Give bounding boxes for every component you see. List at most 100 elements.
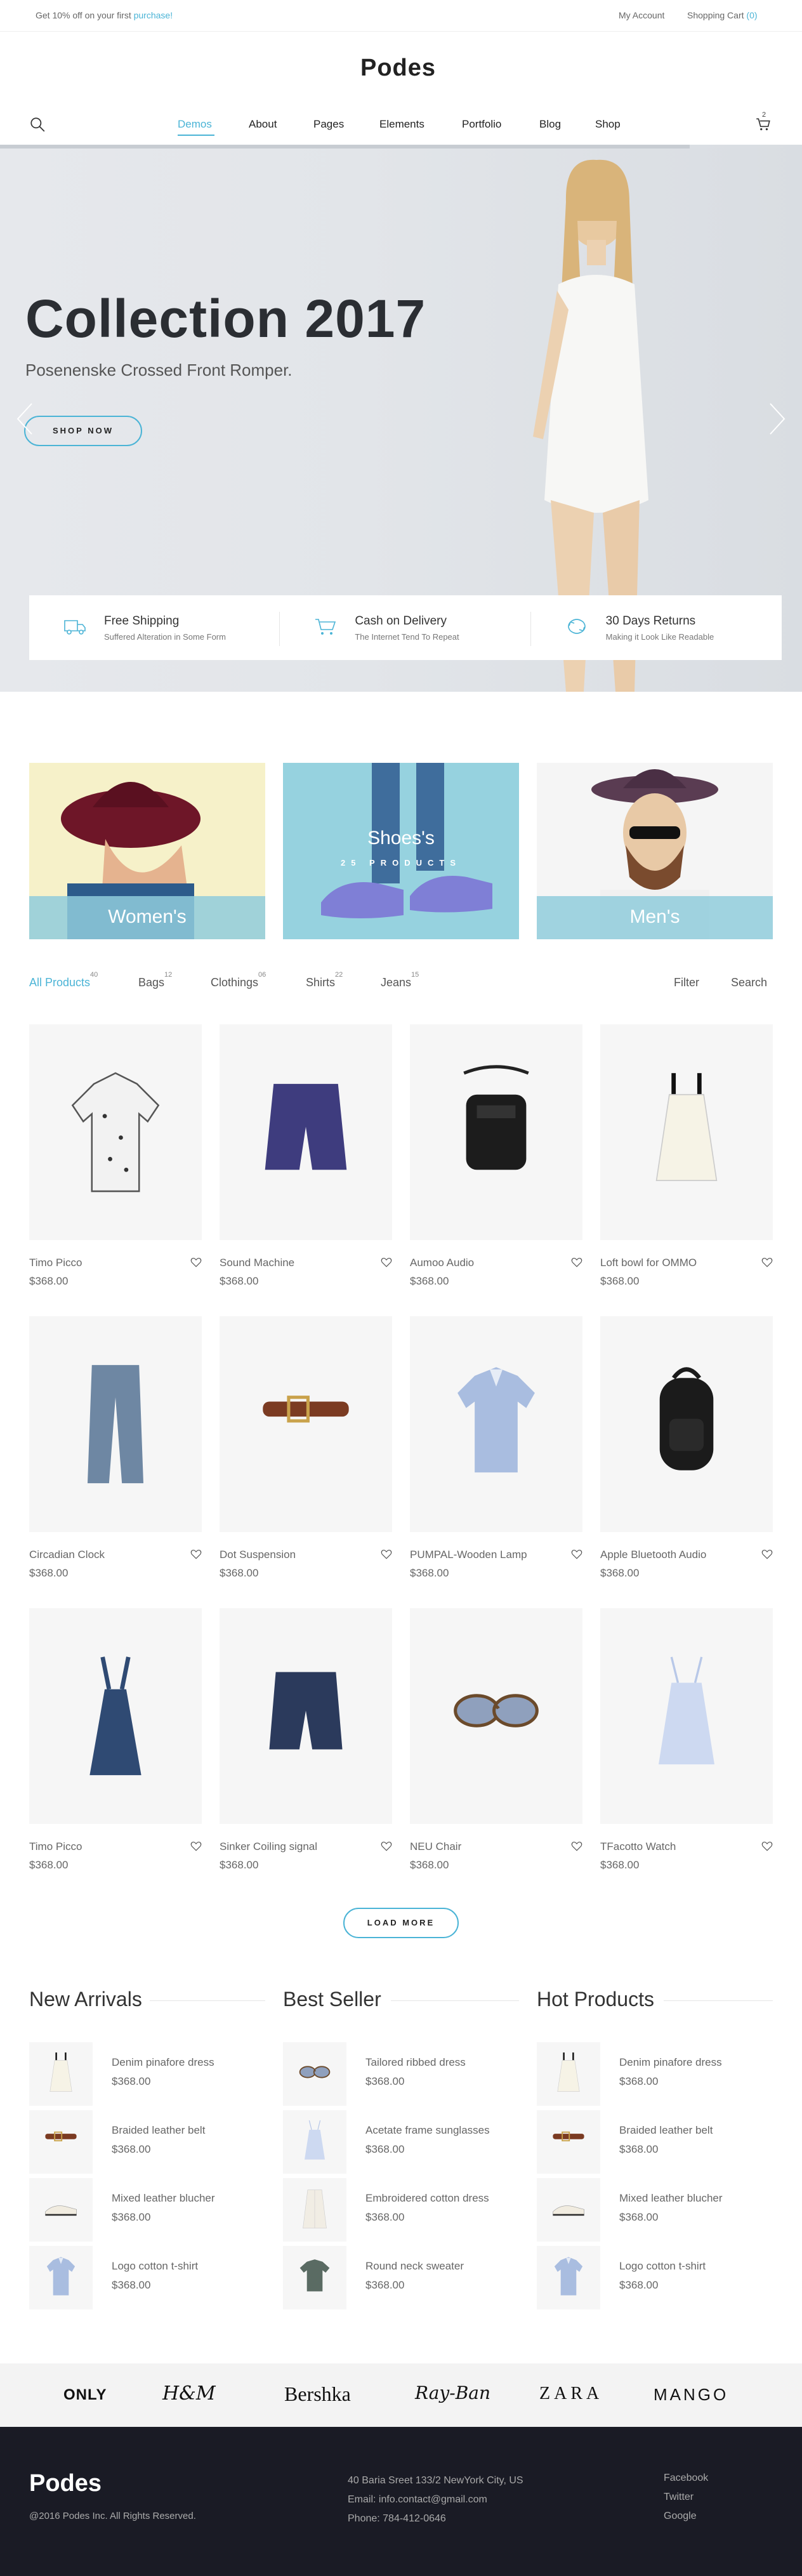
footer-link-google[interactable]: Google — [664, 2511, 697, 2522]
product-card[interactable]: Timo Picco $368.00 — [29, 1608, 202, 1900]
nav-demos[interactable]: Demos — [178, 118, 212, 131]
cart-icon[interactable] — [755, 116, 772, 133]
category-shoes[interactable]: Shoes's 25 PRODUCTS — [283, 763, 519, 939]
filter-tab-shirts[interactable]: Shirts22 — [306, 971, 343, 989]
product-name[interactable]: NEU Chair — [410, 1840, 461, 1853]
list-item-name[interactable]: Mixed leather blucher — [112, 2192, 215, 2205]
list-item[interactable]: Embroidered cotton dress $368.00 — [283, 2178, 519, 2242]
product-name[interactable]: Apple Bluetooth Audio — [600, 1549, 706, 1561]
list-item-thumb[interactable] — [29, 2178, 93, 2242]
list-item-name[interactable]: Denim pinafore dress — [619, 2056, 722, 2069]
brand-logo-zara[interactable]: ZARA — [539, 2384, 603, 2404]
wishlist-heart-icon[interactable] — [190, 1257, 202, 1268]
product-card[interactable]: Apple Bluetooth Audio $368.00 — [600, 1316, 773, 1608]
wishlist-heart-icon[interactable] — [571, 1549, 582, 1560]
footer-link-twitter[interactable]: Twitter — [664, 2492, 694, 2503]
product-image[interactable] — [410, 1608, 582, 1824]
brand-logo-only[interactable]: ONLY — [63, 2386, 107, 2404]
promo-link[interactable]: purchase! — [134, 10, 173, 20]
product-card[interactable]: TFacotto Watch $368.00 — [600, 1608, 773, 1900]
list-item-thumb[interactable] — [29, 2246, 93, 2309]
product-card[interactable]: Sinker Coiling signal $368.00 — [220, 1608, 392, 1900]
shop-now-button[interactable]: SHOP NOW — [24, 416, 142, 446]
product-image[interactable] — [410, 1316, 582, 1532]
nav-about[interactable]: About — [249, 118, 277, 131]
product-card[interactable]: Aumoo Audio $368.00 — [410, 1024, 582, 1316]
list-item-thumb[interactable] — [29, 2110, 93, 2174]
product-image[interactable] — [220, 1316, 392, 1532]
brand-logo-rayban[interactable]: Ray-Ban — [415, 2382, 490, 2403]
product-name[interactable]: Dot Suspension — [220, 1549, 296, 1561]
wishlist-heart-icon[interactable] — [761, 1257, 773, 1268]
product-image[interactable] — [220, 1024, 392, 1240]
list-item-thumb[interactable] — [283, 2110, 346, 2174]
product-image[interactable] — [410, 1024, 582, 1240]
nav-blog[interactable]: Blog — [539, 118, 561, 131]
list-item[interactable]: Braided leather belt $368.00 — [537, 2110, 773, 2174]
list-item[interactable]: Denim pinafore dress $368.00 — [537, 2042, 773, 2106]
site-logo[interactable]: Podes — [360, 55, 436, 82]
list-item[interactable]: Denim pinafore dress $368.00 — [29, 2042, 265, 2106]
product-name[interactable]: Sound Machine — [220, 1257, 294, 1269]
list-item[interactable]: Tailored ribbed dress $368.00 — [283, 2042, 519, 2106]
product-image[interactable] — [29, 1024, 202, 1240]
search-button[interactable]: Search — [731, 976, 767, 989]
list-item-name[interactable]: Logo cotton t-shirt — [619, 2260, 706, 2273]
product-card[interactable]: Sound Machine $368.00 — [220, 1024, 392, 1316]
list-item[interactable]: Round neck sweater $368.00 — [283, 2246, 519, 2309]
product-card[interactable]: Loft bowl for OMMO $368.00 — [600, 1024, 773, 1316]
list-item-thumb[interactable] — [537, 2042, 600, 2106]
brand-logo-mango[interactable]: MANGO — [654, 2385, 728, 2405]
list-item-thumb[interactable] — [283, 2246, 346, 2309]
list-item-thumb[interactable] — [283, 2178, 346, 2242]
list-item-name[interactable]: Tailored ribbed dress — [365, 2056, 466, 2069]
list-item-name[interactable]: Denim pinafore dress — [112, 2056, 214, 2069]
footer-logo[interactable]: Podes — [29, 2470, 102, 2497]
product-name[interactable]: Aumoo Audio — [410, 1257, 474, 1269]
product-image[interactable] — [220, 1608, 392, 1824]
product-name[interactable]: Loft bowl for OMMO — [600, 1257, 697, 1269]
product-name[interactable]: TFacotto Watch — [600, 1840, 676, 1853]
list-item-name[interactable]: Round neck sweater — [365, 2260, 464, 2273]
filter-tab-jeans[interactable]: Jeans15 — [381, 971, 419, 989]
load-more-button[interactable]: LOAD MORE — [343, 1908, 459, 1938]
filter-tab-clothings[interactable]: Clothings06 — [211, 971, 266, 989]
wishlist-heart-icon[interactable] — [381, 1257, 392, 1268]
filter-tab-bags[interactable]: Bags12 — [138, 971, 172, 989]
list-item-name[interactable]: Mixed leather blucher — [619, 2192, 723, 2205]
list-item-name[interactable]: Acetate frame sunglasses — [365, 2124, 490, 2137]
product-image[interactable] — [600, 1024, 773, 1240]
list-item-thumb[interactable] — [29, 2042, 93, 2106]
product-image[interactable] — [29, 1316, 202, 1532]
wishlist-heart-icon[interactable] — [761, 1549, 773, 1560]
product-image[interactable] — [600, 1608, 773, 1824]
product-card[interactable]: Timo Picco $368.00 — [29, 1024, 202, 1316]
category-women[interactable]: Women's — [29, 763, 265, 939]
list-item-name[interactable]: Embroidered cotton dress — [365, 2192, 489, 2205]
product-image[interactable] — [29, 1608, 202, 1824]
filter-button[interactable]: Filter — [674, 976, 699, 989]
list-item-name[interactable]: Braided leather belt — [112, 2124, 205, 2137]
shopping-cart-link[interactable]: Shopping Cart (0) — [687, 10, 758, 20]
product-name[interactable]: Circadian Clock — [29, 1549, 105, 1561]
list-item-name[interactable]: Braided leather belt — [619, 2124, 713, 2137]
product-card[interactable]: Dot Suspension $368.00 — [220, 1316, 392, 1608]
nav-portfolio[interactable]: Portfolio — [462, 118, 501, 131]
product-name[interactable]: PUMPAL-Wooden Lamp — [410, 1549, 527, 1561]
list-item[interactable]: Mixed leather blucher $368.00 — [29, 2178, 265, 2242]
wishlist-heart-icon[interactable] — [761, 1840, 773, 1852]
product-name[interactable]: Sinker Coiling signal — [220, 1840, 317, 1853]
my-account-link[interactable]: My Account — [619, 10, 664, 20]
wishlist-heart-icon[interactable] — [190, 1549, 202, 1560]
product-card[interactable]: NEU Chair $368.00 — [410, 1608, 582, 1900]
nav-shop[interactable]: Shop — [595, 118, 621, 131]
list-item[interactable]: Acetate frame sunglasses $368.00 — [283, 2110, 519, 2174]
list-item-name[interactable]: Logo cotton t-shirt — [112, 2260, 198, 2273]
list-item-thumb[interactable] — [537, 2110, 600, 2174]
footer-link-facebook[interactable]: Facebook — [664, 2473, 708, 2484]
filter-tab-all[interactable]: All Products40 — [29, 971, 98, 989]
wishlist-heart-icon[interactable] — [381, 1840, 392, 1852]
brand-logo-bershka[interactable]: Bershka — [284, 2382, 351, 2406]
product-card[interactable]: Circadian Clock $368.00 — [29, 1316, 202, 1608]
list-item[interactable]: Logo cotton t-shirt $368.00 — [29, 2246, 265, 2309]
